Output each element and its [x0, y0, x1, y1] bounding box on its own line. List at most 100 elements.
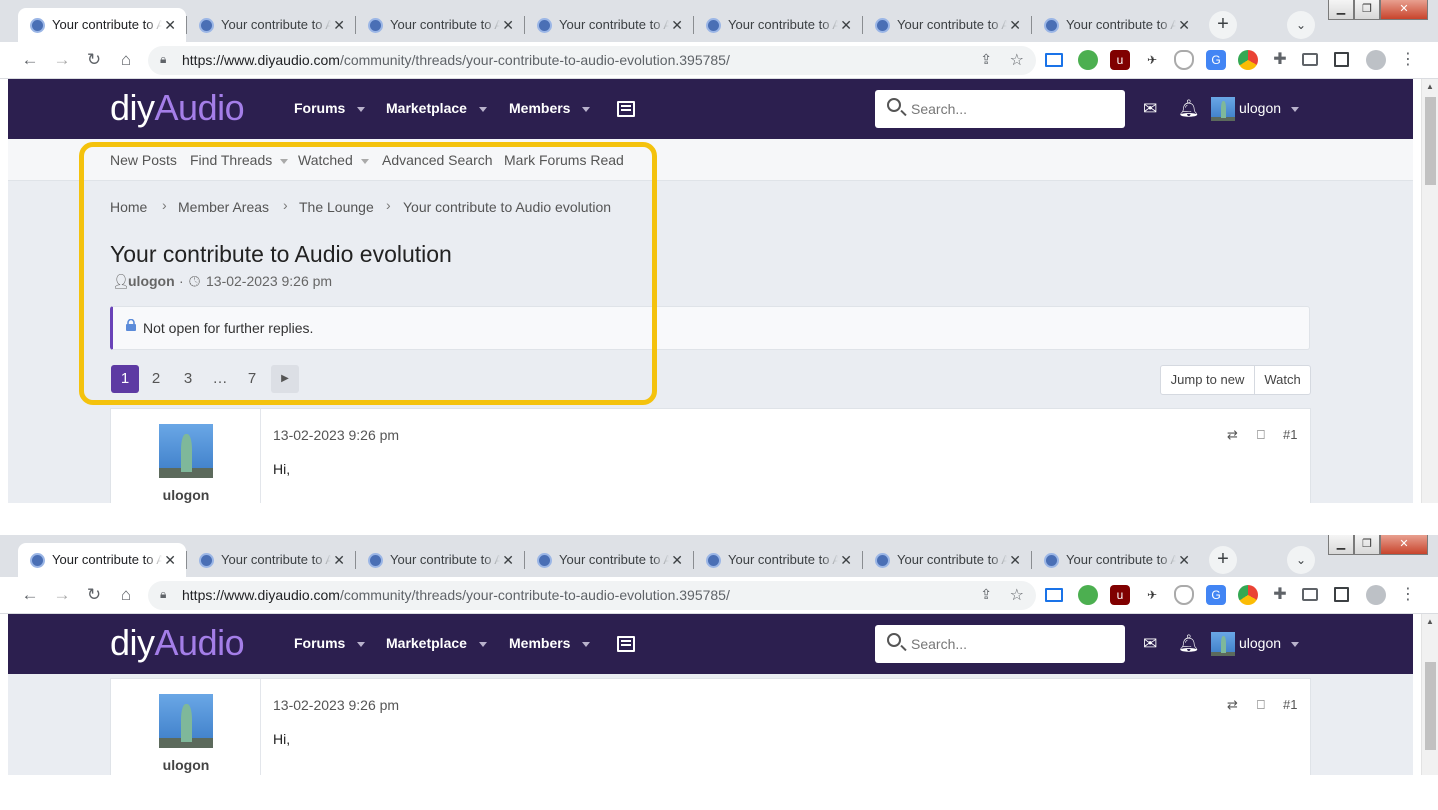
chrome-extension-icon[interactable] [1238, 50, 1258, 70]
close-tab-icon[interactable]: ✕ [502, 8, 514, 42]
cast-icon[interactable] [1302, 53, 1318, 66]
tab-7[interactable]: Your contribute to Audio evolution✕ [1032, 8, 1200, 42]
close-tab-icon[interactable]: ✕ [333, 8, 345, 42]
side-panel-icon[interactable] [1334, 587, 1349, 602]
extensions-puzzle-icon[interactable]: ✚ [1270, 50, 1290, 70]
ublock-icon[interactable]: u [1110, 50, 1130, 70]
inbox-envelope-icon[interactable]: ✉ [1143, 634, 1157, 654]
post-date[interactable]: 13-02-2023 9:26 pm [273, 427, 399, 443]
scrollbar-thumb[interactable] [1425, 97, 1436, 185]
diyaudio-logo[interactable]: diyAudio [110, 87, 245, 129]
close-tab-icon[interactable]: ✕ [1009, 8, 1021, 42]
shield-extension-icon[interactable] [1174, 50, 1194, 70]
cast-icon[interactable] [1302, 588, 1318, 601]
nav-marketplace[interactable]: Marketplace [386, 635, 487, 651]
browser-menu-icon[interactable]: ⋮ [1398, 585, 1418, 605]
new-tab-button[interactable]: + [1209, 11, 1237, 39]
share-icon[interactable]: ⇄ [1227, 697, 1238, 713]
minimize-button[interactable]: ▁ [1328, 535, 1354, 555]
back-arrow-icon[interactable]: ← [18, 48, 42, 72]
next-page-arrow-icon[interactable]: ▶ [271, 365, 299, 393]
share-icon[interactable]: ⇪ [980, 586, 992, 603]
close-tab-icon[interactable]: ✕ [840, 543, 852, 577]
google-translate-icon[interactable]: G [1206, 50, 1226, 70]
bookmark-star-icon[interactable]: ☆ [1010, 585, 1024, 605]
page-scrollbar[interactable]: ▲ [1421, 614, 1438, 775]
nav-forums[interactable]: Forums [294, 100, 366, 116]
whats-new-list-icon[interactable] [617, 636, 635, 652]
close-tab-icon[interactable]: ✕ [671, 8, 683, 42]
forward-arrow-icon[interactable]: → [50, 583, 74, 607]
chrome-extension-icon[interactable] [1238, 585, 1258, 605]
post-date[interactable]: 13-02-2023 9:26 pm [273, 697, 399, 713]
close-tab-icon[interactable]: ✕ [164, 543, 176, 577]
subnav-watched[interactable]: Watched [298, 152, 369, 168]
subnav-find-threads[interactable]: Find Threads [190, 152, 289, 168]
tab-5[interactable]: Your contribute to Audio evolution✕ [694, 8, 862, 42]
post-author-name[interactable]: ulogon [111, 487, 261, 503]
home-icon[interactable]: ⌂ [114, 48, 138, 72]
nav-marketplace[interactable]: Marketplace [386, 100, 487, 116]
close-tab-icon[interactable]: ✕ [671, 543, 683, 577]
inbox-envelope-icon[interactable]: ✉ [1143, 99, 1157, 119]
scroll-up-arrow-icon[interactable]: ▲ [1426, 617, 1434, 626]
close-window-button[interactable]: ✕ [1380, 0, 1428, 20]
screenshot-extension-icon[interactable] [1045, 588, 1063, 602]
tab-4[interactable]: Your contribute to Audio evolution✕ [525, 543, 693, 577]
tab-1[interactable]: Your contribute to Audio evolution✕ [18, 8, 186, 42]
page-7[interactable]: 7 [238, 365, 266, 393]
search-input[interactable]: Search... [875, 625, 1125, 663]
subnav-new-posts[interactable]: New Posts [110, 152, 177, 168]
jump-to-new-button[interactable]: Jump to new [1160, 365, 1255, 395]
close-tab-icon[interactable]: ✕ [333, 543, 345, 577]
tab-6[interactable]: Your contribute to Audio evolution✕ [863, 8, 1031, 42]
user-avatar[interactable] [1211, 632, 1235, 656]
screenshot-extension-icon[interactable] [1045, 53, 1063, 67]
minimize-button[interactable]: ▁ [1328, 0, 1354, 20]
ublock-icon[interactable]: u [1110, 585, 1130, 605]
browser-menu-icon[interactable]: ⋮ [1398, 50, 1418, 70]
bookmark-icon[interactable]: ⎕ [1257, 427, 1265, 443]
nav-members[interactable]: Members [509, 635, 591, 651]
page-scrollbar[interactable]: ▲ [1421, 79, 1438, 503]
scrollbar-thumb[interactable] [1425, 662, 1436, 750]
reload-icon[interactable]: ↻ [82, 583, 106, 607]
extension-green-icon[interactable] [1078, 585, 1098, 605]
extension-green-icon[interactable] [1078, 50, 1098, 70]
nav-members[interactable]: Members [509, 100, 591, 116]
side-panel-icon[interactable] [1334, 52, 1349, 67]
page-2[interactable]: 2 [142, 365, 170, 393]
post-number[interactable]: #1 [1283, 697, 1297, 712]
post-author-name[interactable]: ulogon [111, 757, 261, 773]
bookmark-icon[interactable]: ⎕ [1257, 697, 1265, 713]
restore-button[interactable]: ❐ [1354, 0, 1380, 20]
breadcrumb-member-areas[interactable]: Member Areas [178, 199, 269, 215]
breadcrumb-home[interactable]: Home [110, 199, 147, 215]
extensions-puzzle-icon[interactable]: ✚ [1270, 585, 1290, 605]
reload-icon[interactable]: ↻ [82, 48, 106, 72]
google-translate-icon[interactable]: G [1206, 585, 1226, 605]
close-window-button[interactable]: ✕ [1380, 535, 1428, 555]
share-icon[interactable]: ⇄ [1227, 427, 1238, 443]
address-bar[interactable]: 🔒︎ https://www.diyaudio.com/community/th… [148, 581, 1036, 610]
tab-search-chevron-icon[interactable]: ⌄ [1287, 546, 1315, 574]
close-tab-icon[interactable]: ✕ [840, 8, 852, 42]
profile-avatar-icon[interactable] [1366, 50, 1386, 70]
user-avatar[interactable] [1211, 97, 1235, 121]
post-author-avatar[interactable] [159, 694, 213, 748]
breadcrumb-the-lounge[interactable]: The Lounge [299, 199, 374, 215]
forward-arrow-icon[interactable]: → [50, 48, 74, 72]
extension-glasses-icon[interactable]: ✈ [1142, 585, 1162, 605]
back-arrow-icon[interactable]: ← [18, 583, 42, 607]
close-tab-icon[interactable]: ✕ [164, 8, 176, 42]
account-menu[interactable]: ulogon [1239, 100, 1300, 116]
home-icon[interactable]: ⌂ [114, 583, 138, 607]
tab-2[interactable]: Your contribute to Audio evolution✕ [187, 543, 355, 577]
tab-4[interactable]: Your contribute to Audio evolution✕ [525, 8, 693, 42]
diyaudio-logo[interactable]: diyAudio [110, 622, 245, 664]
nav-forums[interactable]: Forums [294, 635, 366, 651]
alerts-bell-icon[interactable]: 🔔︎ [1178, 634, 1200, 654]
page-ellipsis[interactable]: … [206, 365, 234, 393]
search-input[interactable]: Search... [875, 90, 1125, 128]
bookmark-star-icon[interactable]: ☆ [1010, 50, 1024, 70]
